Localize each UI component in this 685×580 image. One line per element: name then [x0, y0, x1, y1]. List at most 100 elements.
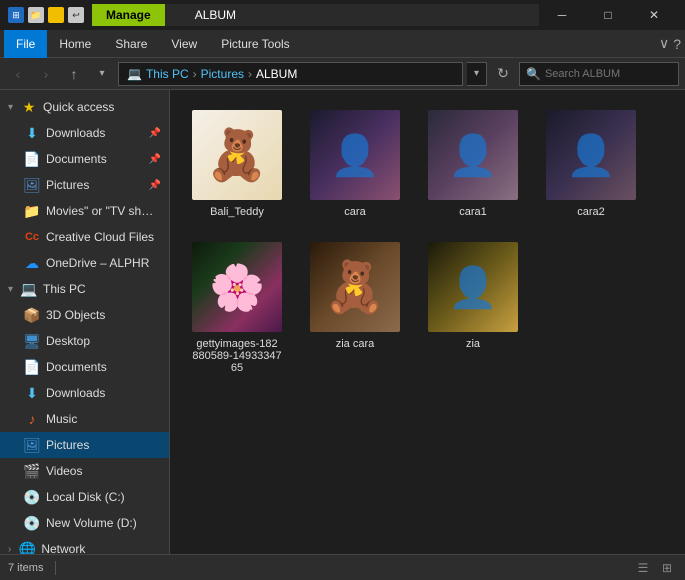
- menu-home[interactable]: Home: [47, 30, 103, 58]
- view-controls: ☰ ⊞: [633, 558, 677, 578]
- pin-icon-docs: 📌: [149, 154, 161, 165]
- menu-picture-tools[interactable]: Picture Tools: [209, 30, 301, 58]
- sidebar-item-network[interactable]: › 🌐 Network: [0, 536, 169, 554]
- sidebar-item-movies[interactable]: 📁 Movies" or "TV sh…: [0, 198, 169, 224]
- sidebar-label-cc: Creative Cloud Files: [46, 230, 161, 244]
- file-item-cara[interactable]: 👤 cara: [300, 102, 410, 226]
- refresh-button[interactable]: ↻: [491, 62, 515, 86]
- menu-share[interactable]: Share: [103, 30, 159, 58]
- status-divider: [55, 561, 56, 575]
- file-item-cara2[interactable]: 👤 cara2: [536, 102, 646, 226]
- diskc-icon: 💿: [24, 489, 40, 505]
- pin-icon-pics: 📌: [149, 180, 161, 191]
- minimize-button[interactable]: ─: [539, 0, 585, 30]
- file-label-cara: cara: [344, 206, 365, 218]
- sidebar-label-onedrive: OneDrive – ALPHR: [46, 256, 161, 270]
- breadcrumb-thispc[interactable]: This PC: [146, 67, 189, 81]
- file-label-getty: gettyimages-182 880589-14933347 65: [192, 338, 281, 374]
- maximize-button[interactable]: □: [585, 0, 631, 30]
- file-thumb-cara2: 👤: [546, 110, 636, 200]
- teddy-icon: 🧸: [206, 126, 268, 185]
- file-label-cara1: cara1: [459, 206, 487, 218]
- file-label-cara2: cara2: [577, 206, 605, 218]
- breadcrumb-pictures[interactable]: Pictures: [201, 67, 244, 81]
- sidebar-item-creative-cloud[interactable]: Cc Creative Cloud Files: [0, 224, 169, 250]
- sidebar-label-thispc: This PC: [43, 282, 161, 296]
- menu-file[interactable]: File: [4, 30, 47, 58]
- sidebar-label-pictures-pc: Pictures: [46, 438, 161, 452]
- sidebar-item-downloads-quick[interactable]: ⬇ Downloads 📌: [0, 120, 169, 146]
- file-item-zia[interactable]: 👤 zia: [418, 234, 528, 382]
- file-item-ziacara[interactable]: 🧸 zia cara: [300, 234, 410, 382]
- menu-expand-icon: ∨: [659, 35, 669, 52]
- window-controls: ─ □ ✕: [539, 0, 677, 30]
- app-icon-4: ↩: [68, 7, 84, 23]
- recent-button[interactable]: ▾: [90, 62, 114, 86]
- search-box[interactable]: 🔍: [519, 62, 679, 86]
- sidebar-label-documents-pc: Documents: [46, 360, 161, 374]
- menu-view[interactable]: View: [159, 30, 209, 58]
- diskd-icon: 💿: [24, 515, 40, 531]
- sidebar-item-pictures-quick[interactable]: 🖼 Pictures 📌: [0, 172, 169, 198]
- sidebar-quick-access[interactable]: ▾ ★ Quick access: [0, 94, 169, 120]
- sidebar-item-diskd[interactable]: 💿 New Volume (D:): [0, 510, 169, 536]
- flower-icon: 🌸: [209, 261, 265, 314]
- sidebar-label-music: Music: [46, 412, 161, 426]
- sidebar-item-thispc[interactable]: ▾ 💻 This PC: [0, 276, 169, 302]
- pc-icon: 💻: [21, 281, 37, 297]
- sidebar-item-documents-quick[interactable]: 📄 Documents 📌: [0, 146, 169, 172]
- file-item-gettyimages[interactable]: 🌸 gettyimages-182 880589-14933347 65: [182, 234, 292, 382]
- breadcrumb[interactable]: 💻 This PC › Pictures › ALBUM: [118, 62, 463, 86]
- file-thumb-bali: 🧸: [192, 110, 282, 200]
- file-item-cara1[interactable]: 👤 cara1: [418, 102, 528, 226]
- file-thumb-getty: 🌸: [192, 242, 282, 332]
- pics-icon: 🖼: [24, 177, 40, 193]
- 3d-icon: 📦: [24, 307, 40, 323]
- close-button[interactable]: ✕: [631, 0, 677, 30]
- network-icon: 🌐: [19, 541, 35, 554]
- sidebar-item-videos[interactable]: 🎬 Videos: [0, 458, 169, 484]
- manage-tab[interactable]: Manage: [92, 4, 165, 26]
- file-thumb-cara: 👤: [310, 110, 400, 200]
- file-thumb-ziacara: 🧸: [310, 242, 400, 332]
- sidebar-item-downloads-pc[interactable]: ⬇ Downloads: [0, 380, 169, 406]
- download-pc-icon: ⬇: [24, 385, 40, 401]
- sidebar-item-onedrive[interactable]: ☁ OneDrive – ALPHR: [0, 250, 169, 276]
- sidebar-item-pictures-pc[interactable]: 🖼 Pictures: [0, 432, 169, 458]
- file-label-ziacara: zia cara: [336, 338, 375, 350]
- sidebar-item-3d[interactable]: 📦 3D Objects: [0, 302, 169, 328]
- sidebar-item-documents-pc[interactable]: 📄 Documents: [0, 354, 169, 380]
- cc-icon: Cc: [24, 229, 40, 245]
- desktop-icon: 🖥: [24, 333, 40, 349]
- sidebar-item-music[interactable]: ♪ Music: [0, 406, 169, 432]
- sidebar-item-desktop[interactable]: 🖥 Desktop: [0, 328, 169, 354]
- sidebar-item-diskc[interactable]: 💿 Local Disk (C:): [0, 484, 169, 510]
- search-input[interactable]: [545, 68, 672, 80]
- sidebar-label-downloads-pc: Downloads: [46, 386, 161, 400]
- music-icon: ♪: [24, 411, 40, 427]
- up-button[interactable]: ↑: [62, 62, 86, 86]
- app-icon-2: 📁: [28, 7, 44, 23]
- sidebar-label-3d: 3D Objects: [46, 308, 161, 322]
- app-icon-1: ⊞: [8, 7, 24, 23]
- back-button[interactable]: ‹: [6, 62, 30, 86]
- item-count: 7 items: [8, 562, 43, 574]
- breadcrumb-album: ALBUM: [256, 67, 297, 81]
- forward-button[interactable]: ›: [34, 62, 58, 86]
- folder-icon: 📁: [24, 203, 40, 219]
- person-icon-cara2: 👤: [566, 132, 616, 179]
- breadcrumb-dropdown[interactable]: ▾: [467, 62, 487, 86]
- details-view-button[interactable]: ☰: [633, 558, 653, 578]
- person-icon-zia: 👤: [448, 264, 498, 311]
- large-icons-view-button[interactable]: ⊞: [657, 558, 677, 578]
- sidebar-label-diskc: Local Disk (C:): [46, 490, 161, 504]
- album-tab[interactable]: ALBUM: [165, 4, 539, 26]
- file-item-bali-teddy[interactable]: 🧸 Bali_Teddy: [182, 102, 292, 226]
- person-icon-cara1: 👤: [448, 132, 498, 179]
- menu-help-icon: ?: [673, 36, 681, 52]
- file-label-bali: Bali_Teddy: [210, 206, 264, 218]
- pin-icon: 📌: [149, 128, 161, 139]
- status-bar: 7 items ☰ ⊞: [0, 554, 685, 580]
- breadcrumb-sep1: ›: [193, 67, 197, 81]
- main-area: ▾ ★ Quick access ⬇ Downloads 📌 📄 Documen…: [0, 90, 685, 554]
